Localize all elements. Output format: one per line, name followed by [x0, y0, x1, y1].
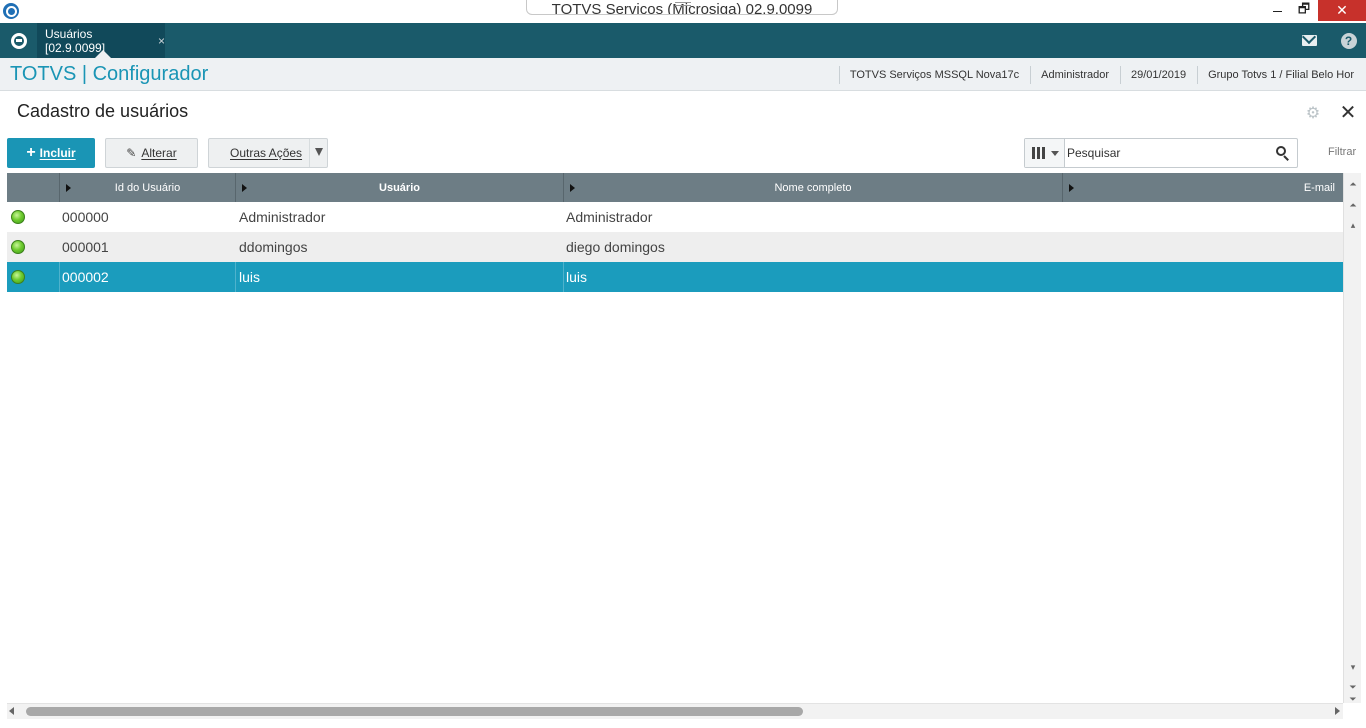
- table-row[interactable]: 000001 ddomingos diego domingos: [7, 232, 1343, 262]
- date-info: 29/01/2019: [1120, 65, 1197, 84]
- column-header-label: Usuário: [379, 181, 420, 194]
- include-button[interactable]: + Incluir: [7, 138, 95, 168]
- alter-label: Alterar: [141, 146, 177, 160]
- table-row[interactable]: 000000 Administrador Administrador: [7, 202, 1343, 232]
- table-row-selected[interactable]: 000002 luis luis: [7, 262, 1343, 292]
- scroll-right-icon[interactable]: [1335, 707, 1340, 715]
- cell-status: [7, 262, 60, 292]
- column-header-id[interactable]: Id do Usuário: [60, 173, 236, 202]
- totvs-logo-button[interactable]: [0, 23, 37, 58]
- pencil-icon: ✎: [126, 146, 137, 160]
- scroll-bottom-icon[interactable]: ⏷: [1344, 695, 1362, 705]
- grid-header: Id do Usuário Usuário Nome completo E-ma…: [7, 173, 1343, 202]
- sort-arrow-icon: [242, 184, 247, 192]
- column-header-user[interactable]: Usuário: [236, 173, 564, 202]
- cell-email: [1067, 232, 1337, 262]
- status-active-icon: [11, 210, 25, 224]
- cell-user: Administrador: [239, 209, 326, 225]
- scroll-page-up-icon[interactable]: ⏶: [1344, 197, 1362, 215]
- cell-id: 000000: [62, 209, 109, 225]
- scroll-top-icon[interactable]: ⏶: [1344, 176, 1362, 194]
- other-actions-label: Outras Ações: [230, 146, 303, 160]
- column-header-email[interactable]: E-mail: [1063, 173, 1343, 202]
- search-column-select[interactable]: [1025, 139, 1065, 167]
- vertical-scrollbar[interactable]: ⏶ ⏶ ▴ ▾ ⏷ ⏷: [1343, 173, 1362, 705]
- close-icon[interactable]: ✕: [1339, 100, 1357, 124]
- search-input[interactable]: [1067, 142, 1267, 164]
- cell-user: ddomingos: [239, 239, 308, 255]
- scroll-up-icon[interactable]: ▴: [1344, 217, 1362, 235]
- columns-icon: [1032, 147, 1045, 159]
- module-header: TOTVS | Configurador TOTVS Serviços MSSQ…: [0, 58, 1366, 91]
- other-actions-divider: [309, 139, 310, 167]
- cell-full-name: diego domingos: [566, 239, 665, 255]
- active-tab-pointer: [95, 50, 111, 58]
- chevron-down-icon[interactable]: [315, 148, 323, 156]
- help-button[interactable]: ?: [1330, 23, 1366, 58]
- sort-arrow-icon: [1069, 184, 1074, 192]
- maximize-button[interactable]: 🗗: [1289, 0, 1319, 21]
- app-window: TOTVS Serviços (Microsiga) 02.9.0099 🗗 ✕…: [0, 0, 1366, 728]
- other-actions-button[interactable]: Outras Ações: [208, 138, 328, 168]
- environment-info: TOTVS Serviços MSSQL Nova17c: [838, 65, 1030, 84]
- minimize-button[interactable]: [1262, 0, 1292, 21]
- plus-icon: +: [26, 144, 36, 161]
- tab-close-icon[interactable]: ×: [158, 34, 165, 48]
- sort-arrow-icon: [570, 184, 575, 192]
- column-header-label: Nome completo: [774, 181, 852, 194]
- title-grip-icon[interactable]: [675, 2, 691, 6]
- column-header-label: E-mail: [1303, 181, 1335, 194]
- filter-link[interactable]: Filtrar: [1328, 146, 1356, 158]
- column-header-label: Id do Usuário: [114, 181, 181, 194]
- status-active-icon: [11, 240, 25, 254]
- mail-icon: [1302, 35, 1317, 46]
- window-titlebar: TOTVS Serviços (Microsiga) 02.9.0099 🗗 ✕: [0, 0, 1366, 23]
- cell-email: [1067, 262, 1337, 292]
- horizontal-scrollbar[interactable]: [7, 703, 1343, 719]
- cell-full-name: Administrador: [566, 209, 653, 225]
- messages-button[interactable]: [1291, 23, 1328, 58]
- module-title: TOTVS | Configurador: [10, 63, 209, 85]
- cell-divider: [60, 262, 236, 292]
- status-column-header[interactable]: [7, 173, 60, 202]
- scroll-left-icon[interactable]: [9, 707, 14, 715]
- include-label: Incluir: [39, 146, 76, 160]
- scroll-down-icon[interactable]: ▾: [1344, 659, 1362, 677]
- sort-arrow-icon: [66, 184, 71, 192]
- gear-icon[interactable]: ⚙: [1305, 103, 1321, 122]
- window-close-button[interactable]: ✕: [1318, 0, 1366, 21]
- branch-info: Grupo Totvs 1 / Filial Belo Hor: [1197, 65, 1366, 84]
- help-icon: ?: [1340, 32, 1357, 49]
- user-info: Administrador: [1030, 65, 1120, 84]
- totvs-logo-icon: [10, 32, 27, 49]
- horizontal-scroll-thumb[interactable]: [26, 707, 803, 716]
- cell-id: 000001: [62, 239, 109, 255]
- alter-button[interactable]: ✎ Alterar: [105, 138, 198, 168]
- app-icon: [3, 3, 19, 19]
- cell-full-name: luis: [566, 269, 588, 285]
- cell-divider: [236, 262, 564, 292]
- app-topbar: Usuários [02.9.0099] × ?: [0, 23, 1366, 58]
- session-info: TOTVS Serviços MSSQL Nova17c Administrad…: [838, 58, 1366, 91]
- cell-email: [1067, 202, 1337, 232]
- search-icon[interactable]: [1276, 146, 1290, 161]
- search-box: [1024, 138, 1298, 168]
- chevron-down-icon: [1051, 150, 1059, 156]
- page-title: Cadastro de usuários: [17, 101, 189, 121]
- users-grid: Id do Usuário Usuário Nome completo E-ma…: [7, 173, 1343, 703]
- column-header-full-name[interactable]: Nome completo: [564, 173, 1063, 202]
